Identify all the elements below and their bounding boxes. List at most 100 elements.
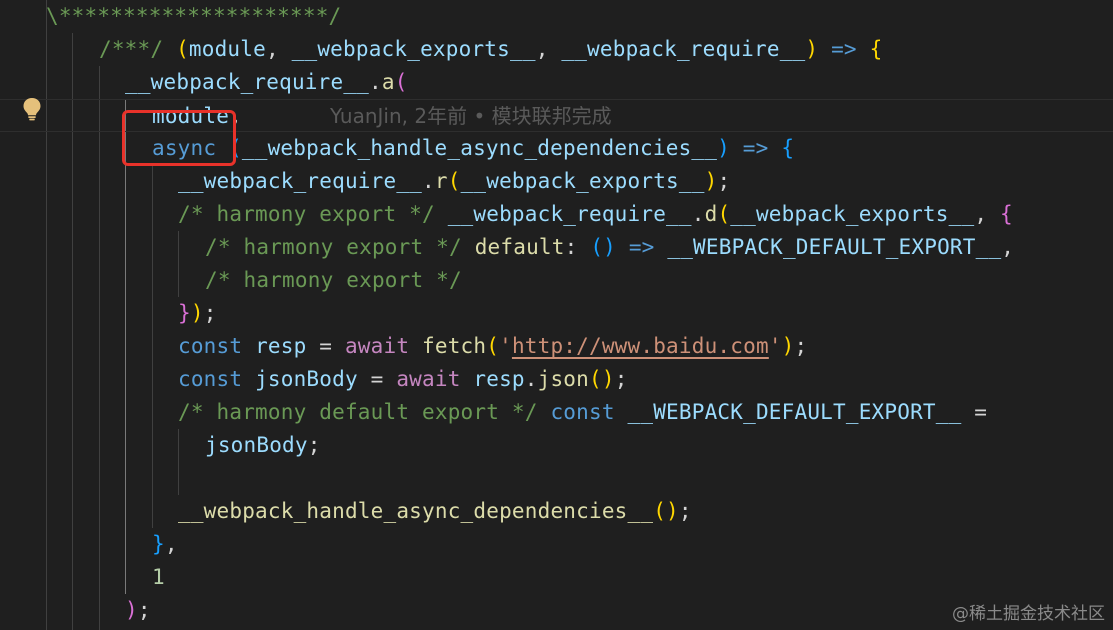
code-text: 1 bbox=[152, 561, 165, 594]
code-line[interactable]: /* harmony export */ default: () => __WE… bbox=[0, 231, 1113, 264]
code-line[interactable]: __webpack_handle_async_dependencies__(); bbox=[0, 495, 1113, 528]
code-line[interactable]: /* harmony default export */ const __WEB… bbox=[0, 396, 1113, 429]
token-string-quote: ' bbox=[499, 334, 512, 358]
token-variable: __WEBPACK_DEFAULT_EXPORT__ bbox=[667, 235, 1002, 259]
token-param: module bbox=[188, 37, 266, 61]
token-arrow: => bbox=[818, 37, 870, 61]
token-keyword: const bbox=[178, 367, 243, 391]
token-function: __webpack_handle_async_dependencies__ bbox=[178, 499, 654, 523]
token-punct: , bbox=[265, 37, 292, 61]
token-param: __webpack_handle_async_dependencies__ bbox=[241, 136, 718, 160]
token-variable: __webpack_require__ bbox=[178, 169, 423, 193]
code-editor[interactable]: \*********************/ /***/ (module, _… bbox=[0, 0, 1113, 630]
code-line[interactable]: ); bbox=[0, 594, 1113, 627]
token-bracket: ( bbox=[447, 169, 461, 193]
token-punct: . bbox=[524, 367, 538, 391]
token-bracket: ) bbox=[190, 301, 204, 325]
token-punct: ; bbox=[203, 301, 217, 325]
token-param: __webpack_exports__ bbox=[291, 37, 536, 61]
code-line[interactable]: __webpack_require__.a( bbox=[0, 66, 1113, 99]
code-text: \*********************/ bbox=[46, 0, 341, 33]
code-text: }); bbox=[178, 297, 217, 330]
token-brace: { bbox=[869, 37, 883, 61]
code-line[interactable]: jsonBody; bbox=[0, 429, 1113, 462]
code-text: ); bbox=[125, 594, 151, 627]
token-punct: ; bbox=[717, 169, 731, 193]
code-line[interactable]: /* harmony export */ __webpack_require__… bbox=[0, 198, 1113, 231]
token-number: 1 bbox=[152, 565, 165, 589]
token-brace: { bbox=[1000, 202, 1013, 226]
code-line-empty[interactable] bbox=[0, 462, 1113, 495]
token-variable: __WEBPACK_DEFAULT_EXPORT__ bbox=[627, 400, 962, 424]
code-text: async (__webpack_handle_async_dependenci… bbox=[152, 132, 794, 165]
code-line[interactable]: /***/ (module, __webpack_exports__, __we… bbox=[0, 33, 1113, 66]
token-bracket: () bbox=[590, 235, 616, 259]
token-comment: /* harmony default export */ bbox=[178, 400, 538, 424]
token-bracket: ( bbox=[176, 37, 189, 61]
token-punct: . bbox=[422, 169, 435, 193]
token-bracket: ) bbox=[717, 136, 730, 160]
token-url-link[interactable]: http://www.baidu.com bbox=[512, 334, 769, 358]
code-text: /* harmony export */ default: () => __WE… bbox=[205, 231, 1014, 264]
git-blame-annotation[interactable]: YuanJin, 2年前 • 模块联邦完成 bbox=[330, 100, 612, 133]
token-bracket: ( bbox=[717, 202, 731, 226]
token-punct: , bbox=[1001, 235, 1015, 259]
lightbulb-icon[interactable] bbox=[22, 97, 42, 121]
code-text: /* harmony export */ __webpack_require__… bbox=[178, 198, 1013, 231]
token-comment: /* harmony export */ bbox=[178, 202, 435, 226]
code-line[interactable]: const resp = await fetch('http://www.bai… bbox=[0, 330, 1113, 363]
token-keyword: const bbox=[178, 334, 243, 358]
token-punct: : bbox=[564, 235, 591, 259]
token-property: default bbox=[474, 235, 565, 259]
token-variable: resp bbox=[255, 334, 307, 358]
annotation-highlight-box bbox=[122, 110, 236, 166]
token-punct: . bbox=[691, 202, 705, 226]
code-line[interactable]: }, bbox=[0, 528, 1113, 561]
token-brace: } bbox=[178, 301, 191, 325]
token-arrow: => bbox=[729, 136, 782, 160]
code-text: /***/ (module, __webpack_exports__, __we… bbox=[99, 33, 882, 66]
token-comment: /* harmony export */ bbox=[205, 268, 462, 292]
token-function: r bbox=[434, 169, 448, 193]
token-string-quote: ' bbox=[768, 334, 782, 358]
token-punct: ; bbox=[307, 433, 321, 457]
token-variable: __webpack_require__ bbox=[125, 70, 370, 94]
watermark-text: @稀土掘金技术社区 bbox=[952, 604, 1105, 624]
token-bracket: ( bbox=[486, 334, 500, 358]
token-operator: = bbox=[357, 367, 397, 391]
code-line[interactable]: __webpack_require__.r(__webpack_exports_… bbox=[0, 165, 1113, 198]
token-comment: \*********************/ bbox=[46, 4, 342, 28]
token-punct: , bbox=[974, 202, 1000, 226]
token-comment: /***/ bbox=[99, 37, 164, 61]
token-punct: ; bbox=[794, 334, 808, 358]
code-line[interactable]: const jsonBody = await resp.json(); bbox=[0, 363, 1113, 396]
token-function: a bbox=[381, 70, 395, 94]
code-line[interactable]: 1 bbox=[0, 561, 1113, 594]
code-text: const jsonBody = await resp.json(); bbox=[178, 363, 628, 396]
code-line[interactable]: \*********************/ bbox=[0, 0, 1113, 33]
code-text: /* harmony default export */ const __WEB… bbox=[178, 396, 987, 429]
token-bracket: ) bbox=[704, 169, 718, 193]
code-line[interactable]: /* harmony export */ bbox=[0, 264, 1113, 297]
token-brace: { bbox=[781, 136, 795, 160]
code-text: const resp = await fetch('http://www.bai… bbox=[178, 330, 807, 363]
token-punct: . bbox=[369, 70, 382, 94]
token-bracket: ) bbox=[805, 37, 819, 61]
code-text: jsonBody; bbox=[205, 429, 321, 462]
token-punct: , bbox=[535, 37, 562, 61]
token-variable: resp bbox=[473, 367, 525, 391]
token-brace: } bbox=[152, 532, 165, 556]
token-punct: , bbox=[164, 532, 178, 556]
code-line[interactable]: }); bbox=[0, 297, 1113, 330]
token-operator: = bbox=[961, 400, 988, 424]
code-text: __webpack_require__.r(__webpack_exports_… bbox=[178, 165, 730, 198]
code-text: __webpack_require__.a( bbox=[125, 66, 408, 99]
